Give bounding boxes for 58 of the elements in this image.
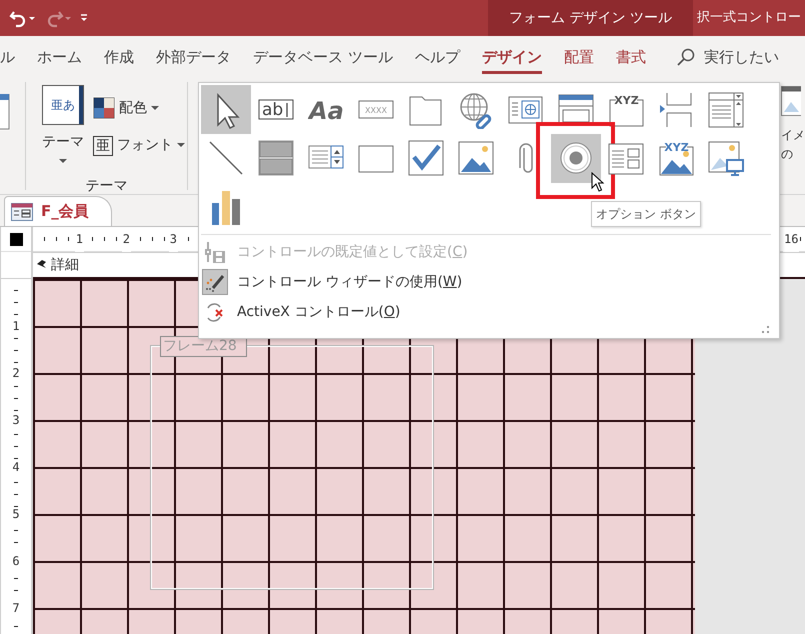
ribbon-tab[interactable]: 外部データ xyxy=(156,36,231,78)
wrench-disk-icon xyxy=(203,240,227,264)
ruler-number: 1 xyxy=(12,319,20,333)
control-tool-button[interactable]: XYZ xyxy=(601,85,651,134)
toggle-button-icon xyxy=(258,140,294,178)
font-icon: 亜 xyxy=(93,136,113,156)
image-icon xyxy=(458,140,494,178)
document-tab[interactable]: F_会員 xyxy=(4,196,112,226)
colors-button[interactable]: 配色 xyxy=(93,97,185,119)
page-break-icon xyxy=(658,90,694,128)
caret-icon xyxy=(151,106,159,110)
ruler-number: 6 xyxy=(12,554,20,568)
line-icon xyxy=(208,140,244,178)
section-marker-icon xyxy=(37,260,47,270)
caret-icon xyxy=(80,14,88,22)
ribbon-tab[interactable]: 作成 xyxy=(104,36,134,78)
ribbon-tab[interactable]: データベース ツール xyxy=(253,36,393,78)
menu-item[interactable]: ActiveX コントロール(O) xyxy=(199,297,779,327)
theme-button[interactable]: 亜あ テーマ xyxy=(41,85,85,164)
fonts-button[interactable]: 亜 フォント xyxy=(93,135,185,156)
check-box-icon xyxy=(408,140,444,178)
menu-item[interactable]: コントロール ウィザードの使用(W) xyxy=(199,267,779,297)
group-label: テーマ xyxy=(84,177,128,196)
ruler-number: 7 xyxy=(12,601,20,615)
context-tab-header[interactable]: フォーム デザイン ツール xyxy=(488,0,693,36)
resize-grip-icon[interactable] xyxy=(762,326,769,333)
caret-icon xyxy=(177,143,185,148)
search-icon xyxy=(676,47,696,67)
form-icon xyxy=(0,94,10,130)
tooltip: オプション ボタン xyxy=(591,201,701,227)
form-icon xyxy=(11,202,33,220)
ruler-number: 4 xyxy=(12,460,20,474)
globe-link-icon xyxy=(458,90,494,128)
image-monitor-icon xyxy=(708,140,744,178)
ribbon-tab[interactable]: デザイン xyxy=(482,36,542,78)
caret-icon xyxy=(59,159,67,164)
color-swatch-icon xyxy=(93,97,115,119)
ruler-number: 3 xyxy=(12,413,20,427)
magic-wand-icon xyxy=(203,270,227,294)
control-tool-button[interactable]: XYZ xyxy=(651,134,701,183)
ribbon-tab[interactable]: ホーム xyxy=(37,36,82,78)
ruler-number: 2 xyxy=(12,366,20,380)
mouse-cursor-icon xyxy=(591,172,605,192)
control-tool-button[interactable]: ab xyxy=(251,85,301,134)
ruler-number: 5 xyxy=(12,507,20,521)
paperclip-icon xyxy=(519,142,533,174)
ribbon-tab[interactable]: 配置 xyxy=(564,36,594,78)
customize-button[interactable] xyxy=(80,14,88,22)
control-tool-button[interactable] xyxy=(201,85,251,134)
theme-icon: 亜あ xyxy=(42,85,84,125)
ribbon-tab[interactable]: 書式 xyxy=(616,36,646,78)
insert-image-button[interactable]: イメ の xyxy=(781,78,805,194)
control-tool-button[interactable] xyxy=(551,134,601,183)
ribbon-tab[interactable]: ル xyxy=(0,36,15,78)
ribbon-tab[interactable]: ヘルプ xyxy=(414,36,460,78)
select-form-box[interactable] xyxy=(10,232,22,246)
search-field[interactable]: 実行したい xyxy=(704,46,784,68)
combo-box-icon xyxy=(708,90,744,128)
